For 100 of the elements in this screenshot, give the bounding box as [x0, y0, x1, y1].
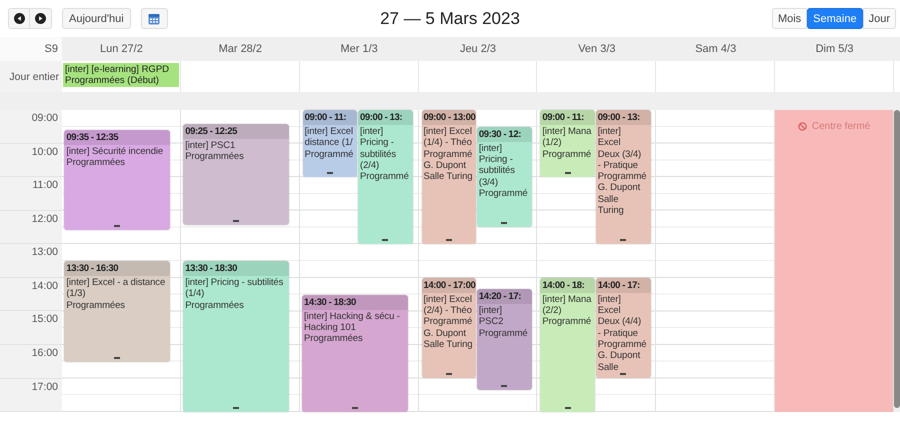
event-text: Programmées [304, 333, 364, 344]
day-header: Mer 1/3 [340, 43, 378, 55]
resize-handle-icon[interactable] [446, 239, 452, 242]
time-label: 10:00 [32, 146, 58, 158]
event-text: [inter] Mana [542, 294, 592, 306]
event-text: (2/2) [542, 305, 562, 316]
event-time: 14:20 - 17: [476, 288, 532, 304]
event-text: [inter] Excel [304, 126, 354, 138]
event-time: 09:00 - 11: [540, 110, 596, 125]
event-text: [inter] Mana [542, 126, 592, 138]
event-text: Programmé [598, 338, 648, 350]
event-text: - Pratique [598, 160, 639, 172]
day-header: Jeu 2/3 [460, 43, 496, 55]
calendar-event[interactable]: 14:20 - 17: [inter] PSC2 Programmé [476, 288, 532, 390]
event-text: Programmé [478, 188, 529, 200]
event-text: Salle Turing [424, 171, 474, 182]
calendar-button[interactable] [140, 8, 168, 29]
resize-handle-icon[interactable] [620, 239, 626, 242]
calendar-event[interactable]: 14:00 - 18: [inter] Mana (2/2) Programmé [540, 278, 596, 412]
view-tab[interactable]: Semaine [807, 8, 863, 29]
calendar-icon [148, 12, 160, 24]
calendar-event[interactable]: 09:00 - 13: [inter] Pricing - subtilités (2/4) Programmé [358, 110, 413, 244]
event-text: Programmé [424, 316, 474, 328]
resize-handle-icon[interactable] [233, 407, 240, 409]
resize-handle-icon[interactable] [564, 172, 571, 174]
calendar-event[interactable]: 09:00 - 13:00 [inter] Excel (1/4) - Théo Programmé G. Dupont Salle Turing [422, 110, 476, 244]
resize-handle-icon[interactable] [564, 406, 571, 409]
event-text: - Pratique [598, 328, 639, 339]
event-time: 14:00 - 17: [596, 278, 651, 293]
event-time: 14:30 - 18:30 [302, 294, 408, 310]
event-text: (1/4) [185, 288, 206, 300]
event-text: G. Dupont [598, 182, 642, 194]
event-text: (2/4) - Théo [424, 305, 473, 316]
calendar-event[interactable]: 14:00 - 17:00 [inter] Excel (2/4) - Théo Programmé G. Dupont Salle Turing [422, 278, 476, 378]
event-text: Hacking 101 [304, 322, 357, 334]
resize-handle-icon[interactable] [114, 225, 120, 228]
event-text: G. Dupont [598, 350, 642, 362]
previous-button[interactable] [8, 8, 30, 29]
calendar-event[interactable]: 09:30 - 12: [inter] Pricing - subtilités (3/4) Programmé [476, 126, 532, 228]
resize-handle-icon[interactable] [382, 239, 388, 242]
all-day-cell[interactable]: [inter] [e-learning] RGPD Programmées (Début) [62, 61, 181, 92]
resize-handle-icon[interactable] [233, 220, 240, 222]
event-text: [inter] [598, 294, 622, 306]
all-day-cell[interactable] [418, 61, 538, 92]
resize-handle-icon[interactable] [352, 406, 358, 409]
event-text: Programmées [185, 300, 245, 311]
event-text: Programmé [360, 171, 410, 182]
next-button[interactable] [30, 8, 52, 29]
event-text: (1/2) [542, 137, 562, 149]
event-time: 09:35 - 12:35 [64, 130, 170, 145]
calendar-event[interactable]: 09:00 - 11: [inter] Mana (1/2) Programmé [540, 110, 596, 178]
event-text: [inter] Pricing - subtilités [185, 277, 284, 288]
event-text: Programmé [542, 316, 592, 328]
resize-handle-icon[interactable] [620, 373, 626, 376]
calendar-event[interactable]: 09:35 - 12:35 [inter] Sécurité incendie Programmées [64, 130, 170, 230]
event-time: 09:00 - 13: [596, 110, 651, 125]
resize-handle-icon[interactable] [501, 222, 508, 224]
event-text: Programmé [478, 328, 529, 339]
event-text: Programmées [66, 156, 126, 168]
event-time: 09:00 - 11: [302, 110, 358, 125]
calendar-event[interactable]: 09:00 - 13: [inter] Excel Deux (3/4) - Pratique Programmé G. Dupont Salle Turing [596, 110, 651, 244]
event-text: PSC2 [478, 316, 504, 328]
calendar-event[interactable]: 14:00 - 17: [inter] Excel Deux (4/4) - Pratique Programmé G. Dupont Salle [596, 278, 651, 378]
event-text: Programmées [66, 300, 126, 311]
day-header: Sam 4/3 [695, 43, 736, 55]
event-text: Salle [598, 194, 620, 206]
event-text: [inter] Excel - a distance [66, 277, 166, 288]
event-text: Pricing - [478, 154, 514, 166]
event-text: [inter] [478, 304, 503, 316]
closed-text: Centre fermé [812, 121, 870, 132]
resize-handle-icon[interactable] [446, 373, 452, 376]
calendar-event[interactable]: 09:00 - 11: [inter] Excel distance (1/ Programmé [302, 110, 358, 178]
all-day-cell[interactable] [300, 61, 419, 92]
event-text: Deux (4/4) [598, 316, 642, 328]
calendar-event[interactable]: 13:30 - 18:30 [inter] Pricing - subtilités (1/4) Programmées [183, 261, 290, 412]
scrollbar[interactable] [894, 110, 900, 408]
resize-handle-icon[interactable] [327, 172, 334, 174]
calendar-event[interactable]: 13:30 - 16:30 [inter] Excel - a distance (1/3) Programmées [64, 261, 170, 362]
time-label: 09:00 [32, 112, 58, 124]
view-tab[interactable]: Jour [862, 8, 896, 29]
view-tab[interactable]: Mois [772, 8, 808, 29]
event-text: [inter] [360, 126, 384, 138]
resize-handle-icon[interactable] [114, 356, 120, 359]
event-text: Programmé [304, 148, 354, 160]
today-button[interactable]: Aujourd'hui [62, 8, 131, 29]
calendar-event[interactable]: 09:25 - 12:25 [inter] PSC1 Programmées [183, 124, 290, 225]
event-text: Turing [598, 205, 625, 216]
all-day-label: Jour entier [9, 70, 59, 82]
event-text: [inter] Hacking & sécu - [304, 310, 401, 322]
all-day-event[interactable]: [inter] [e-learning] RGPD Programmées (Début) [63, 63, 179, 87]
event-text: (1/4) - Théo [424, 137, 473, 149]
resize-handle-icon[interactable] [501, 384, 508, 387]
event-text: [inter] Excel [424, 126, 473, 138]
event-time: 09:25 - 12:25 [183, 124, 290, 139]
event-time: 09:00 - 13:00 [422, 110, 476, 125]
event-text: Salle Turing [424, 338, 474, 350]
event-time: 13:30 - 16:30 [64, 261, 170, 276]
calendar-event[interactable]: 14:30 - 18:30 [inter] Hacking & sécu - Hacking 101 Programmées [302, 294, 408, 412]
event-text: [inter] Excel [424, 294, 473, 306]
event-text: G. Dupont [424, 328, 467, 339]
